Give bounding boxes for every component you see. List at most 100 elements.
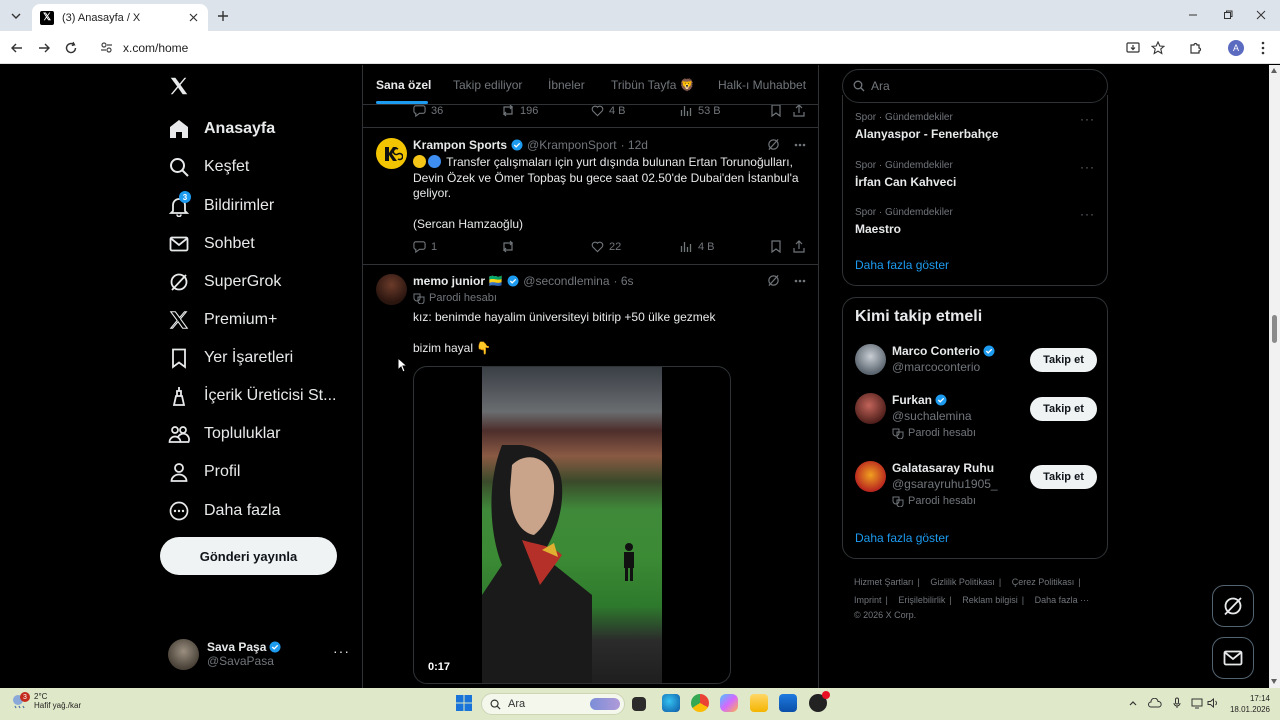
scroll-down-arrow[interactable] <box>1271 679 1277 684</box>
suggested-account[interactable]: Furkan @suchalemina Parodi hesabı Takip … <box>855 393 1097 445</box>
scroll-up-arrow[interactable] <box>1271 68 1277 73</box>
scrollbar-thumb[interactable] <box>1272 315 1277 343</box>
tab-list-2[interactable]: Tribün Tayfa 🦁 <box>611 78 695 92</box>
messages-fab-button[interactable] <box>1212 637 1254 679</box>
sidebar-item-supergrok[interactable]: SuperGrok <box>168 266 281 298</box>
search-input[interactable]: Ara <box>842 69 1108 103</box>
like-button[interactable]: 4 B <box>591 104 626 117</box>
site-settings-icon[interactable] <box>100 41 113 54</box>
grok-icon[interactable] <box>767 274 780 287</box>
trend-more-icon[interactable]: ··· <box>1080 112 1095 126</box>
close-window-button[interactable] <box>1246 4 1276 26</box>
post-time[interactable]: · 6s <box>614 274 634 288</box>
onedrive-icon[interactable] <box>1148 696 1162 710</box>
views-button[interactable]: 4 B <box>680 240 715 253</box>
grok-icon[interactable] <box>767 138 780 151</box>
more-horizontal-icon[interactable] <box>794 279 806 283</box>
page-scrollbar[interactable] <box>1269 65 1280 688</box>
footer-link[interactable]: Gizlilik Politikası <box>930 577 995 587</box>
author-name[interactable]: memo junior 🇬🇦 <box>413 274 503 288</box>
tab-search-button[interactable] <box>6 6 26 26</box>
footer-link[interactable]: Reklam bilgisi <box>962 595 1018 605</box>
author-handle[interactable]: @KramponSport <box>527 138 617 152</box>
microphone-icon[interactable] <box>1170 696 1184 710</box>
app-icon[interactable] <box>809 691 830 712</box>
follow-button[interactable]: Takip et <box>1030 348 1097 372</box>
bookmark-star-button[interactable] <box>1147 37 1169 59</box>
new-tab-button[interactable] <box>213 6 233 26</box>
reply-button[interactable]: 36 <box>413 104 443 117</box>
grok-fab-button[interactable] <box>1212 585 1254 627</box>
trend-item[interactable]: Spor · Gündemdekiler Alanyaspor - Fenerb… <box>855 112 1095 141</box>
volume-icon[interactable] <box>1206 696 1220 710</box>
trend-more-icon[interactable]: ··· <box>1080 207 1095 221</box>
sidebar-item-profile[interactable]: Profil <box>168 456 240 488</box>
reload-button[interactable] <box>60 37 82 59</box>
edge-browser-icon[interactable] <box>662 694 680 712</box>
bookmark-button[interactable] <box>770 104 782 117</box>
post-button[interactable]: Gönderi yayınla <box>160 537 337 575</box>
address-bar[interactable]: x.com/home <box>92 35 1172 60</box>
sidebar-item-home[interactable]: Anasayfa <box>168 113 275 145</box>
share-button[interactable] <box>793 240 805 253</box>
sidebar-item-premium[interactable]: Premium+ <box>168 304 277 336</box>
forward-button[interactable] <box>33 37 55 59</box>
sidebar-item-explore[interactable]: Keşfet <box>168 151 249 183</box>
back-button[interactable] <box>6 37 28 59</box>
maximize-window-button[interactable] <box>1213 4 1243 26</box>
show-hidden-icons[interactable] <box>1126 696 1140 710</box>
account-switcher[interactable]: Sava Paşa @SavaPasa ··· <box>168 635 350 673</box>
footer-link[interactable]: Çerez Politikası <box>1012 577 1075 587</box>
repost-button[interactable]: 196 <box>501 104 538 117</box>
author-handle[interactable]: @secondlemina <box>523 274 609 288</box>
profile-button[interactable]: A <box>1225 37 1247 59</box>
extensions-button[interactable] <box>1185 37 1207 59</box>
suggested-account[interactable]: Galatasaray Ruhu @gsarayruhu1905_ Parodi… <box>855 461 1097 513</box>
tab-following[interactable]: Takip ediliyor <box>453 78 522 92</box>
copilot-icon[interactable] <box>720 694 738 712</box>
views-button[interactable]: 53 B <box>680 104 721 117</box>
tab-list-3[interactable]: Halk-ı Muhabbet <box>718 78 806 92</box>
store-icon[interactable] <box>779 694 797 712</box>
sidebar-item-more[interactable]: Daha fazla <box>168 495 281 527</box>
footer-link[interactable]: Hizmet Şartları <box>854 577 914 587</box>
footer-link[interactable]: Erişilebilirlik <box>898 595 945 605</box>
footer-more-link[interactable]: Daha fazla ··· <box>1035 595 1090 605</box>
like-button[interactable]: 22 <box>591 240 621 253</box>
post-time[interactable]: · 12d <box>621 138 648 152</box>
bookmark-button[interactable] <box>770 240 782 253</box>
taskbar-search-input[interactable]: Ara <box>481 693 625 715</box>
minimize-window-button[interactable] <box>1178 4 1208 26</box>
sidebar-item-notifications[interactable]: 3 Bildirimler <box>168 190 274 222</box>
footer-link[interactable]: Imprint <box>854 595 882 605</box>
browser-menu-button[interactable] <box>1252 37 1274 59</box>
x-logo-icon[interactable] <box>168 75 194 101</box>
trend-item[interactable]: Spor · Gündemdekiler Maestro ··· <box>855 207 1095 236</box>
more-horizontal-icon[interactable] <box>794 143 806 147</box>
network-icon[interactable] <box>1190 696 1204 710</box>
repost-button[interactable] <box>501 240 520 253</box>
show-more-accounts-link[interactable]: Daha fazla göster <box>855 531 949 545</box>
show-more-trends-link[interactable]: Daha fazla göster <box>855 258 949 272</box>
taskbar-clock[interactable]: 17:14 18.01.2026 <box>1220 693 1270 715</box>
browser-tab[interactable]: 𝕏 (3) Anasayfa / X <box>32 4 208 31</box>
start-button[interactable] <box>455 694 473 712</box>
weather-widget[interactable]: 3 2°C Hafif yağ./kar <box>10 692 81 710</box>
close-tab-icon[interactable] <box>186 11 200 25</box>
reply-button[interactable]: 1 <box>413 240 437 253</box>
tab-list-1[interactable]: İbneler <box>548 78 585 92</box>
sidebar-item-chat[interactable]: Sohbet <box>168 228 255 260</box>
account-more-icon[interactable]: ··· <box>333 643 350 659</box>
author-name[interactable]: Krampon Sports <box>413 138 507 152</box>
trend-more-icon[interactable]: ··· <box>1080 160 1095 174</box>
trend-item[interactable]: Spor · Gündemdekiler İrfan Can Kahveci ·… <box>855 160 1095 189</box>
sidebar-item-creator-studio[interactable]: İçerik Üreticisi St... <box>168 380 336 412</box>
post[interactable]: Krampon Sports @KramponSport · 12d Trans… <box>363 127 818 264</box>
tab-for-you[interactable]: Sana özel <box>376 78 431 92</box>
install-app-button[interactable] <box>1122 37 1144 59</box>
file-explorer-icon[interactable] <box>750 694 768 712</box>
follow-button[interactable]: Takip et <box>1030 397 1097 421</box>
chrome-browser-icon[interactable] <box>691 694 709 712</box>
sidebar-item-communities[interactable]: Topluluklar <box>168 418 280 450</box>
video-player[interactable]: 0:17 <box>413 366 731 684</box>
